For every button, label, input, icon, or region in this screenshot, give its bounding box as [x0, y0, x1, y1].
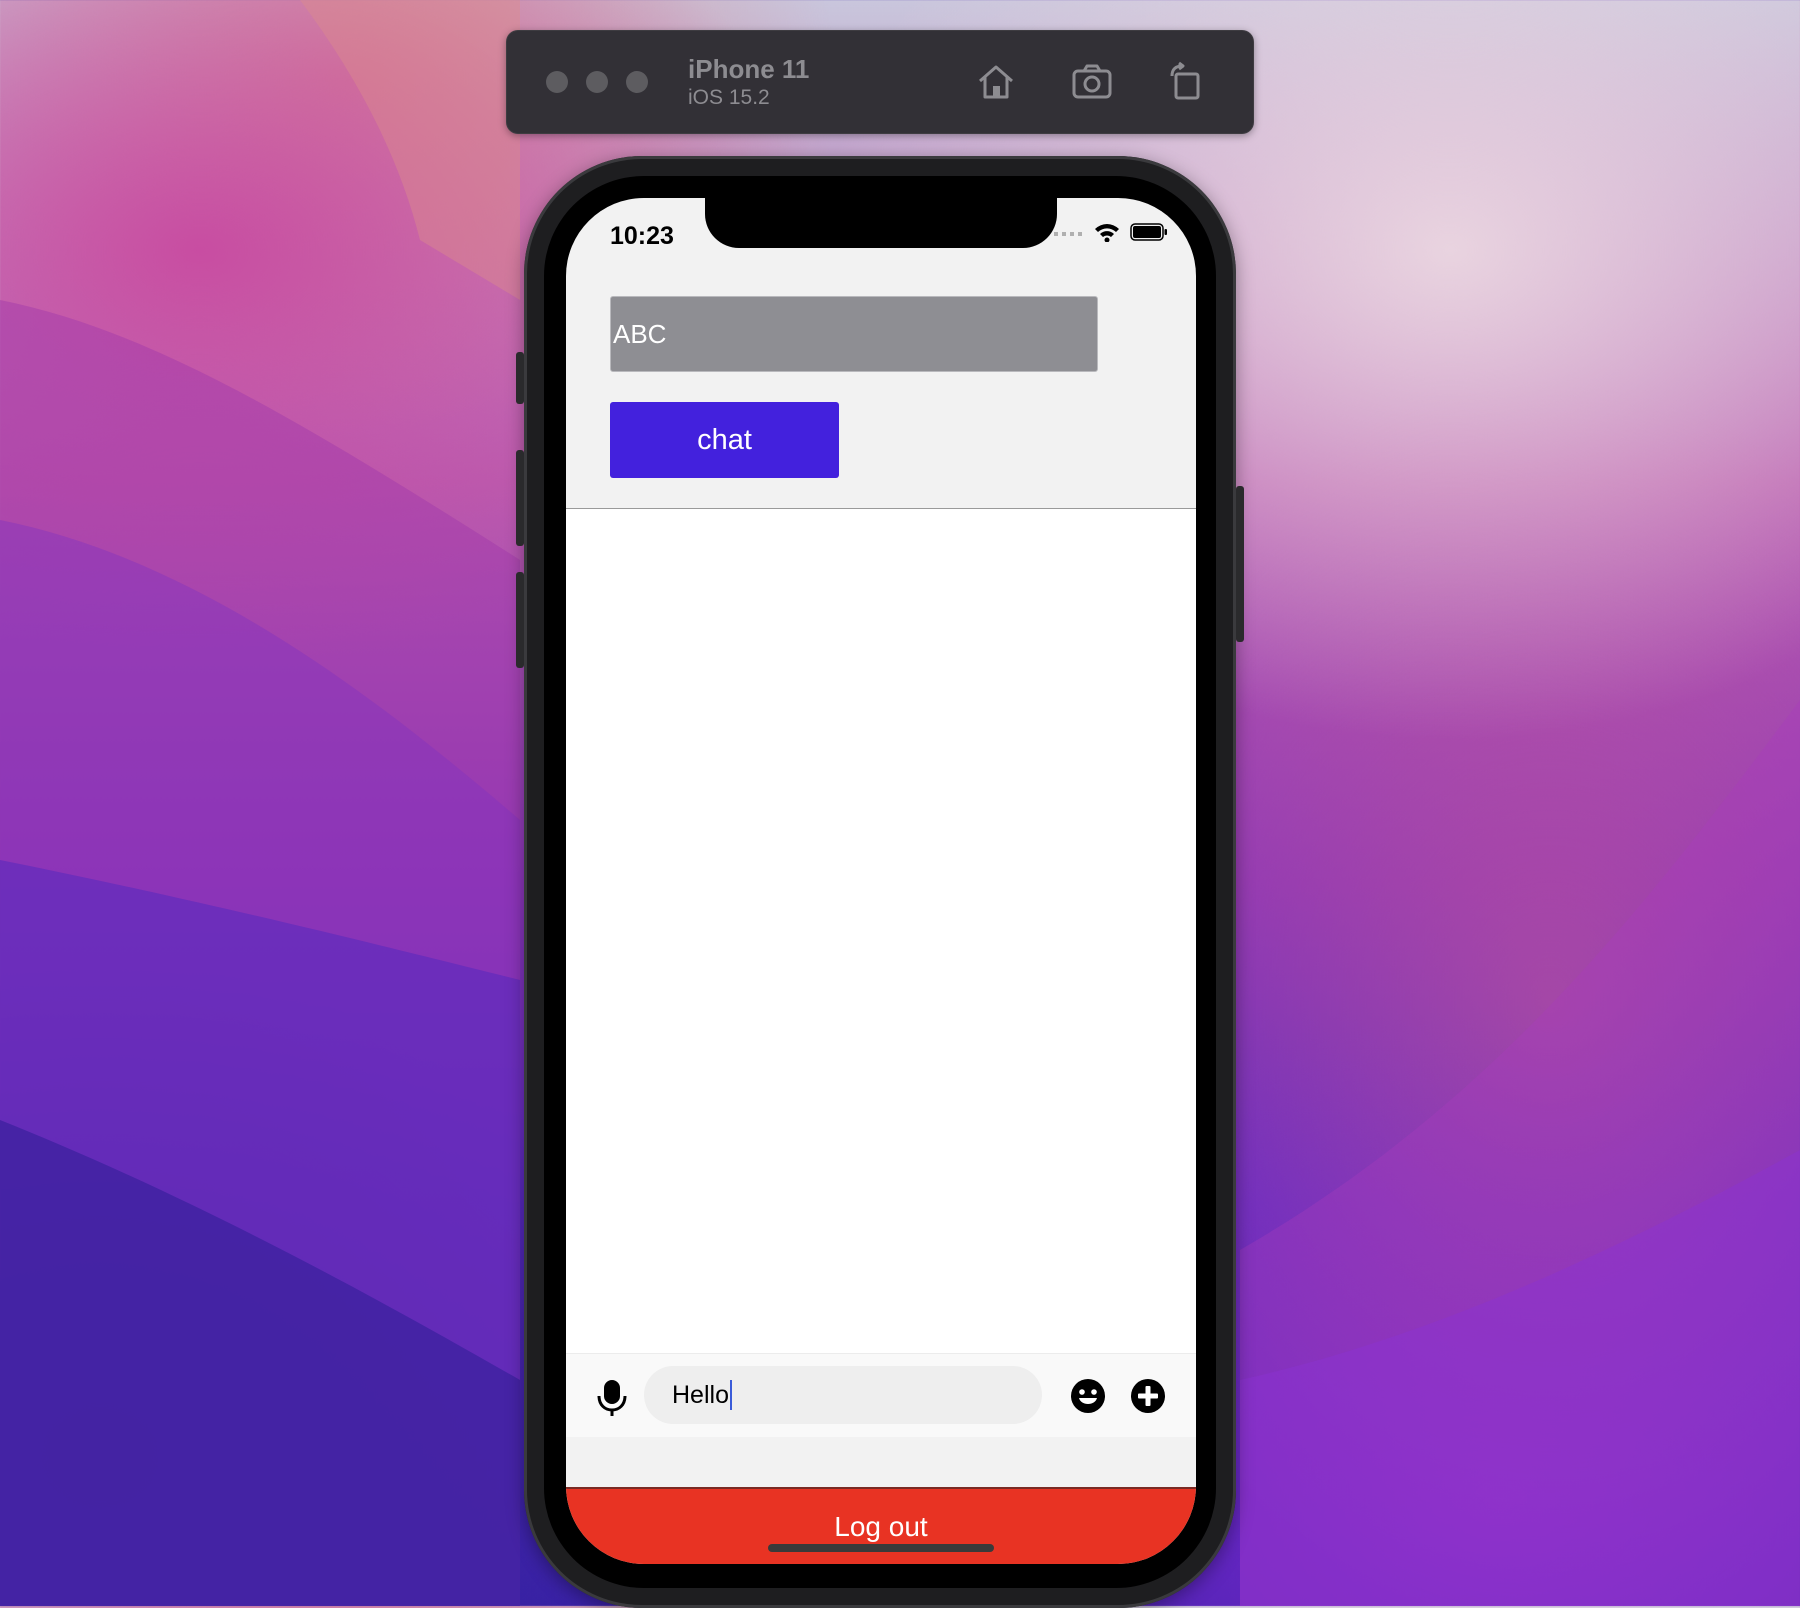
- simulator-toolbar: iPhone 11 iOS 15.2: [506, 30, 1254, 134]
- phone-screen: 10:23 ABC chat Hello Log out: [566, 198, 1196, 1564]
- mute-switch: [516, 352, 524, 404]
- status-icons: [1054, 222, 1168, 242]
- battery-icon: [1130, 223, 1167, 241]
- message-input-value: Hello: [672, 1380, 729, 1409]
- message-input-bar: Hello: [566, 1353, 1196, 1437]
- name-field[interactable]: ABC: [610, 296, 1098, 372]
- device-name: iPhone 11: [688, 54, 810, 84]
- logout-label: Log out: [834, 1511, 928, 1542]
- logout-button[interactable]: Log out: [566, 1487, 1196, 1564]
- text-caret: [729, 1380, 732, 1410]
- chat-button-label: chat: [697, 423, 752, 456]
- chat-button[interactable]: chat: [610, 402, 839, 478]
- status-time: 10:23: [610, 222, 674, 250]
- microphone-icon[interactable]: [594, 1378, 630, 1418]
- plus-circle-icon[interactable]: [1130, 1378, 1166, 1414]
- screenshot-camera-icon[interactable]: [1068, 58, 1116, 106]
- notch: [705, 198, 1057, 248]
- power-button: [1236, 486, 1244, 642]
- home-icon[interactable]: [972, 58, 1020, 106]
- close-window-button[interactable]: [546, 71, 568, 93]
- volume-down-button: [516, 572, 524, 668]
- wifi-icon: [1095, 224, 1119, 242]
- minimize-window-button[interactable]: [586, 71, 608, 93]
- home-indicator[interactable]: [768, 1544, 994, 1552]
- emoji-icon[interactable]: [1070, 1378, 1106, 1414]
- message-input[interactable]: Hello: [644, 1366, 1042, 1424]
- rotate-icon[interactable]: [1162, 58, 1210, 106]
- volume-up-button: [516, 450, 524, 546]
- bottom-spacer: [566, 1437, 1196, 1487]
- signal-dots-icon: [1054, 232, 1082, 236]
- name-field-value: ABC: [613, 318, 667, 349]
- zoom-window-button[interactable]: [626, 71, 648, 93]
- os-version: iOS 15.2: [688, 86, 770, 109]
- chat-message-area[interactable]: [566, 509, 1196, 1353]
